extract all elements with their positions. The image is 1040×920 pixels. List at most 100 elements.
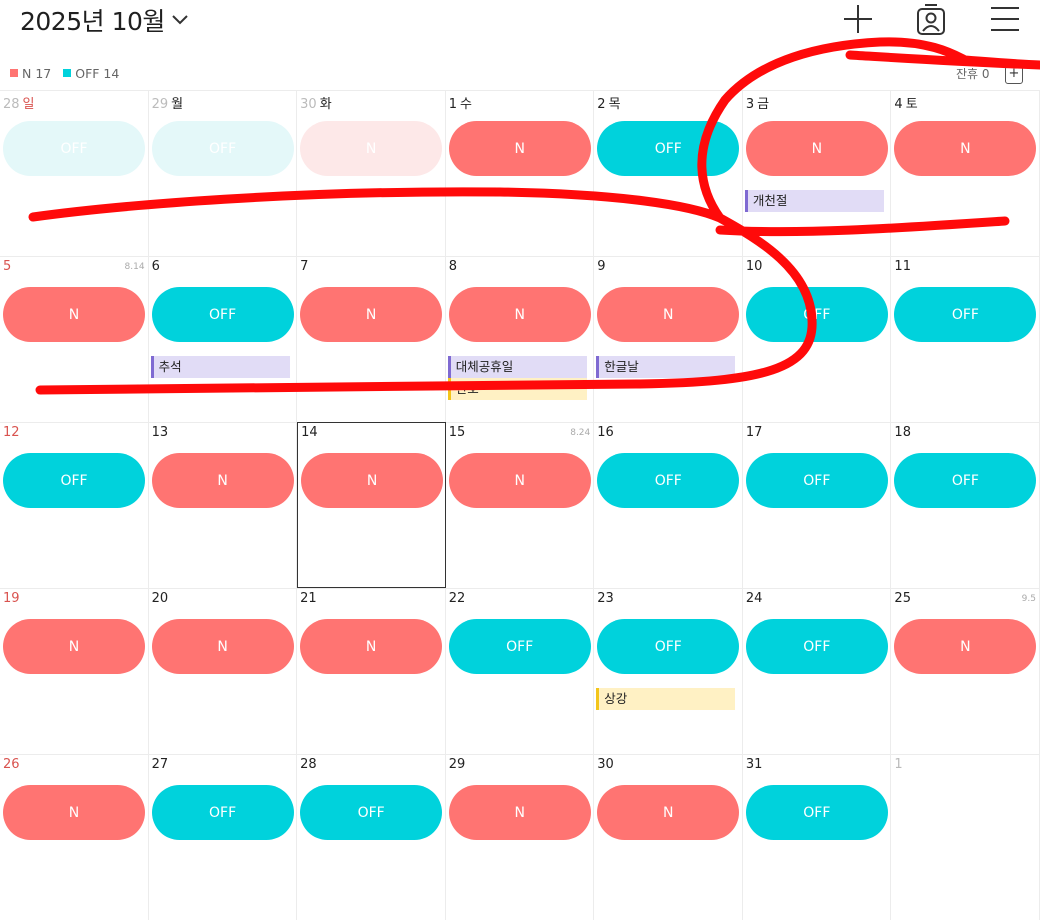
- day-cell[interactable]: 10 OFF: [742, 256, 892, 422]
- memo-tag[interactable]: 상강: [596, 688, 736, 710]
- day-cell[interactable]: 8 N 대체공휴일 한호: [445, 256, 595, 422]
- shift-pill[interactable]: OFF: [745, 453, 888, 508]
- day-cell[interactable]: 23 OFF 상강: [594, 588, 743, 754]
- shift-pill[interactable]: N: [151, 619, 294, 674]
- day-cell[interactable]: 15 8.24 N: [445, 422, 595, 588]
- plus-icon[interactable]: [841, 2, 875, 36]
- day-cell[interactable]: 14 N: [297, 422, 446, 588]
- shift-pill[interactable]: N: [597, 287, 740, 342]
- day-number: 17: [745, 425, 763, 440]
- day-cell[interactable]: 1: [891, 754, 1040, 920]
- calendar-grid: 28 일 OFF 29 월 OFF 30 화 N 1 수 N 2 목 OFF 3 금 N 개천절 4 토 N 5 8.14 N 6…: [0, 90, 1040, 920]
- day-cell[interactable]: 31 OFF: [742, 754, 892, 920]
- day-cell[interactable]: 6 OFF 추석: [148, 256, 298, 422]
- shift-pill[interactable]: N: [300, 287, 443, 342]
- add-leave-button[interactable]: +: [1005, 66, 1023, 84]
- contact-card-icon[interactable]: [914, 2, 948, 36]
- shift-pill[interactable]: OFF: [745, 785, 888, 840]
- shift-pill[interactable]: N: [151, 453, 294, 508]
- day-cell[interactable]: 3 금 N 개천절: [742, 90, 892, 256]
- shift-pill[interactable]: N: [300, 121, 443, 176]
- day-number: 24: [745, 591, 763, 606]
- day-cell[interactable]: 13 N: [148, 422, 298, 588]
- shift-pill[interactable]: OFF: [3, 453, 145, 508]
- shift-pill[interactable]: N: [3, 619, 145, 674]
- day-cell[interactable]: 9 N 한글날: [594, 256, 743, 422]
- weekday-label: 토: [905, 97, 918, 112]
- day-number: 6: [151, 259, 160, 274]
- day-cell[interactable]: 16 OFF: [594, 422, 743, 588]
- shift-legend: N 17 OFF 14: [10, 64, 131, 82]
- day-cell[interactable]: 29 월 OFF: [148, 90, 298, 256]
- shift-pill[interactable]: OFF: [597, 619, 740, 674]
- shift-pill[interactable]: OFF: [894, 453, 1037, 508]
- day-number: 30: [597, 757, 614, 772]
- holiday-tag[interactable]: 한글날: [596, 356, 736, 378]
- holiday-tag[interactable]: 개천절: [744, 190, 884, 212]
- lunar-date: 8.14: [124, 262, 145, 272]
- shift-pill[interactable]: N: [894, 121, 1037, 176]
- shift-pill[interactable]: N: [448, 785, 591, 840]
- memo-tag[interactable]: 한호: [447, 378, 587, 400]
- day-cell[interactable]: 12 OFF: [0, 422, 149, 588]
- day-cell[interactable]: 28 OFF: [297, 754, 446, 920]
- shift-pill[interactable]: N: [3, 287, 145, 342]
- day-cell[interactable]: 30 N: [594, 754, 743, 920]
- day-number: 5: [3, 259, 12, 274]
- day-cell[interactable]: 1수 N: [445, 90, 595, 256]
- day-number: 25: [894, 591, 911, 606]
- day-cell[interactable]: 29 N: [445, 754, 595, 920]
- weekday-label: 목: [608, 97, 621, 112]
- day-cell[interactable]: 20 N: [148, 588, 298, 754]
- day-cell[interactable]: 11 OFF: [891, 256, 1040, 422]
- shift-pill[interactable]: N: [3, 785, 145, 840]
- day-cell[interactable]: 5 8.14 N: [0, 256, 149, 422]
- shift-pill[interactable]: OFF: [300, 785, 443, 840]
- shift-pill[interactable]: OFF: [151, 785, 294, 840]
- shift-pill[interactable]: OFF: [745, 287, 888, 342]
- shift-pill[interactable]: OFF: [597, 121, 740, 176]
- day-cell[interactable]: 17 OFF: [742, 422, 892, 588]
- shift-pill[interactable]: OFF: [894, 287, 1037, 342]
- day-cell[interactable]: 7N: [297, 256, 446, 422]
- shift-pill[interactable]: N: [300, 619, 443, 674]
- hamburger-menu-icon[interactable]: [988, 2, 1022, 36]
- shift-pill[interactable]: OFF: [448, 619, 591, 674]
- shift-pill[interactable]: OFF: [745, 619, 888, 674]
- day-cell[interactable]: 21 N: [297, 588, 446, 754]
- day-cell[interactable]: 27 OFF: [148, 754, 298, 920]
- day-cell[interactable]: 30 화 N: [297, 90, 446, 256]
- day-number: 23: [597, 591, 614, 606]
- day-cell[interactable]: 24 OFF: [742, 588, 892, 754]
- shift-pill[interactable]: OFF: [597, 453, 740, 508]
- month-title[interactable]: 2025년 10월: [20, 2, 165, 38]
- day-number: 26: [3, 757, 20, 772]
- day-number: 13: [151, 425, 169, 440]
- day-number: 18: [894, 425, 911, 440]
- shift-pill[interactable]: N: [448, 287, 591, 342]
- day-cell[interactable]: 28 일 OFF: [0, 90, 149, 256]
- day-cell[interactable]: 26 N: [0, 754, 149, 920]
- shift-pill[interactable]: N: [448, 121, 591, 176]
- day-cell[interactable]: 18 OFF: [891, 422, 1040, 588]
- shift-pill[interactable]: N: [448, 453, 591, 508]
- shift-pill[interactable]: N: [597, 785, 740, 840]
- shift-pill[interactable]: N: [745, 121, 888, 176]
- day-cell[interactable]: 22 OFF: [445, 588, 595, 754]
- day-cell[interactable]: 2 목 OFF: [594, 90, 743, 256]
- holiday-tag[interactable]: 대체공휴일: [447, 356, 587, 378]
- day-number: 11: [894, 259, 911, 274]
- legend-off: OFF 14: [63, 66, 119, 81]
- shift-pill[interactable]: OFF: [151, 287, 294, 342]
- chevron-down-icon[interactable]: [170, 9, 190, 29]
- shift-pill[interactable]: OFF: [3, 121, 145, 176]
- day-cell[interactable]: 4토 N: [891, 90, 1040, 256]
- shift-pill[interactable]: N: [894, 619, 1037, 674]
- shift-pill[interactable]: N: [301, 453, 444, 508]
- day-cell[interactable]: 25 9.5 N: [891, 588, 1040, 754]
- holiday-tag[interactable]: 추석: [150, 356, 290, 378]
- day-cell[interactable]: 19 N: [0, 588, 149, 754]
- shift-pill[interactable]: OFF: [151, 121, 294, 176]
- calendar-header: 2025년 10월: [0, 0, 1040, 40]
- day-number: 2목: [597, 97, 621, 112]
